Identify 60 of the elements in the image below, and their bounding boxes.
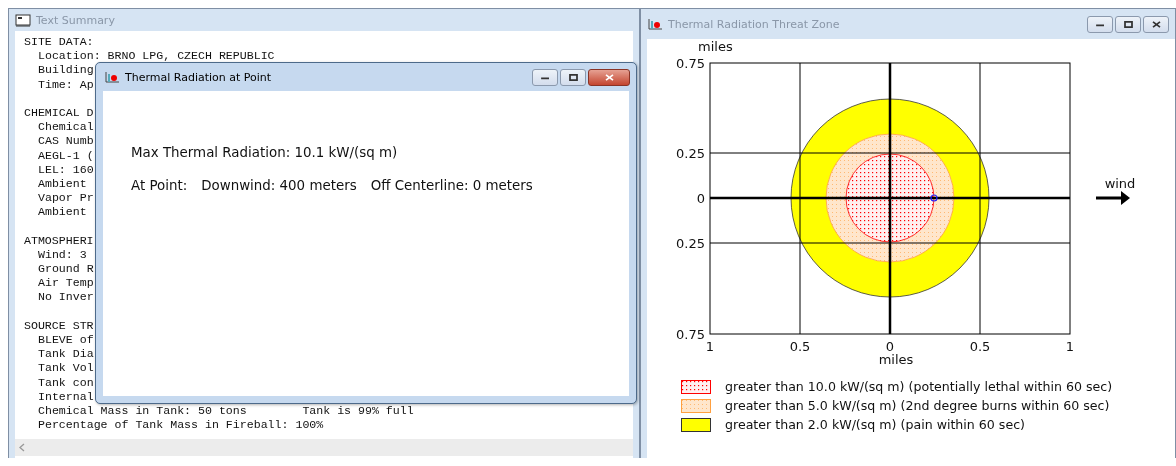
summary-line: Air Temp: [38, 276, 94, 291]
tick-label: 0.5: [969, 339, 991, 354]
tick-label: 0.75: [676, 56, 705, 71]
summary-line: Tank Vol: [38, 361, 94, 376]
chart-icon: [647, 17, 663, 31]
axis-label: miles: [698, 39, 733, 54]
summary-line: Ambient: [38, 176, 87, 192]
summary-line: Location: BRNO LPG, CZECH REPUBLIC: [38, 49, 275, 64]
summary-line: LEL: 160: [38, 162, 94, 177]
tick-label: 1: [1065, 339, 1075, 354]
summary-line: Percentage of Tank Mass in Fireball: 100%: [38, 418, 324, 433]
tick-label: 1: [705, 339, 715, 354]
maximize-button[interactable]: [1115, 15, 1141, 33]
summary-line: Chemical: [38, 120, 94, 135]
legend-label: greater than 5.0 kW/(sq m) (2nd degree burns within 60 sec): [725, 398, 1110, 413]
window-title: Thermal Radiation at Point: [125, 70, 272, 84]
maximize-icon[interactable]: [1123, 20, 1133, 28]
close-button[interactable]: [588, 68, 630, 86]
tick-label: 0: [696, 191, 705, 206]
window-title: Text Summary: [36, 13, 115, 27]
summary-line: Tank con: [38, 375, 94, 390]
section-heading: ATMOSPHERI: [24, 233, 94, 248]
window-title: Thermal Radiation Threat Zone: [668, 17, 840, 31]
tick-label: 0: [885, 339, 895, 354]
summary-line: Vapor Pr: [38, 191, 94, 206]
section-heading: SOURCE STR: [24, 318, 94, 333]
summary-line: AEGL-1 (: [38, 148, 94, 163]
tick-label: 0.5: [789, 339, 811, 354]
point-marker: [930, 194, 938, 202]
result-text: At Point:: [131, 178, 188, 193]
summary-line: Ambient: [38, 205, 87, 220]
summary-line: Chemical Mass in Tank: 50 tons Tank is 99% full: [38, 403, 414, 419]
maximize-button[interactable]: [560, 68, 586, 86]
maximize-icon[interactable]: [568, 73, 578, 81]
summary-line: Building: [38, 63, 94, 78]
close-button[interactable]: [1143, 15, 1169, 33]
summary-line: BLEVE of: [38, 332, 94, 348]
result-text: Off Centerline: 0 meters: [370, 178, 533, 193]
axis-label: miles: [878, 352, 914, 365]
chart-icon: [104, 70, 120, 84]
result-text: Max Thermal Radiation: 10.1 kW/(sq m): [131, 145, 398, 160]
tick-label: 0.25: [676, 146, 705, 161]
summary-line: Tank Dia: [38, 347, 94, 362]
tick-label: 0.75: [676, 327, 705, 342]
summary-line: CAS Numb: [38, 134, 94, 149]
wind-arrow: [1096, 191, 1130, 205]
document-icon: [15, 13, 31, 27]
section-heading: CHEMICAL D: [24, 105, 94, 121]
wind-label: wind: [1104, 176, 1136, 191]
summary-line: No Inver: [38, 290, 94, 305]
summary-line: Wind: 3: [38, 247, 87, 262]
section-heading: SITE DATA:: [24, 35, 94, 50]
summary-line: Internal: [38, 389, 94, 404]
summary-line: Ground R: [38, 262, 94, 277]
legend-label: greater than 2.0 kW/(sq m) (pain within 60 sec): [725, 417, 1025, 432]
legend-label: greater than 10.0 kW/(sq m) (potentially lethal within 60 sec): [725, 379, 1113, 394]
summary-line: Time: Ap: [38, 77, 94, 92]
tick-label: 0.25: [676, 236, 705, 251]
close-icon[interactable]: [1151, 20, 1161, 28]
result-text: Downwind: 400 meters: [201, 178, 357, 193]
